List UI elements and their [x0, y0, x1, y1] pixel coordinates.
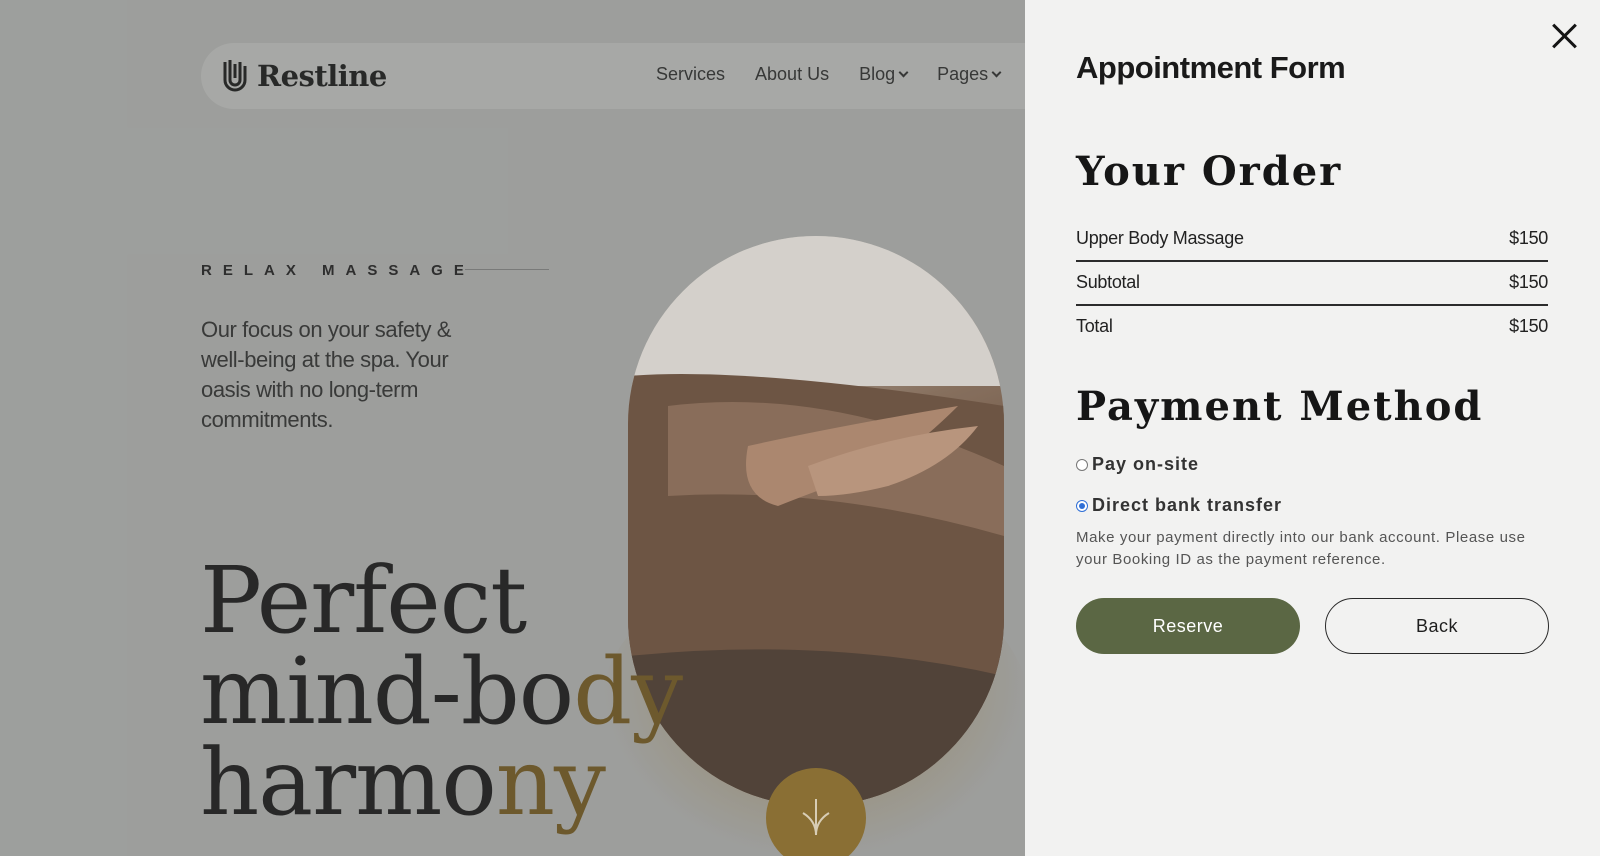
order-row-subtotal: Subtotal $150	[1076, 272, 1548, 293]
payment-option-pay-on-site[interactable]: Pay on-site	[1076, 454, 1199, 475]
payment-option-label: Direct bank transfer	[1092, 495, 1283, 515]
payment-option-bank-transfer[interactable]: Direct bank transfer	[1076, 495, 1282, 516]
order-value: $150	[1509, 228, 1548, 248]
order-heading: Your Order	[1076, 148, 1343, 195]
modal-backdrop[interactable]	[0, 0, 1025, 856]
order-value: $150	[1509, 272, 1548, 292]
order-divider	[1076, 304, 1548, 306]
payment-option-label: Pay on-site	[1092, 454, 1200, 474]
reserve-button[interactable]: Reserve	[1076, 598, 1300, 654]
back-button[interactable]: Back	[1325, 598, 1549, 654]
radio-button[interactable]	[1076, 458, 1088, 471]
radio-button-selected[interactable]	[1076, 499, 1088, 512]
order-label: Total	[1076, 316, 1113, 336]
payment-heading: Payment Method	[1076, 383, 1484, 430]
order-label: Upper Body Massage	[1076, 228, 1244, 248]
order-row-item: Upper Body Massage $150	[1076, 228, 1548, 249]
order-value: $150	[1509, 316, 1548, 336]
order-divider	[1076, 260, 1548, 262]
order-row-total: Total $150	[1076, 316, 1548, 337]
payment-note: Make your payment directly into our bank…	[1076, 529, 1526, 568]
panel-title: Appointment Form	[1076, 50, 1346, 85]
close-icon[interactable]	[1549, 20, 1581, 52]
order-label: Subtotal	[1076, 272, 1140, 292]
